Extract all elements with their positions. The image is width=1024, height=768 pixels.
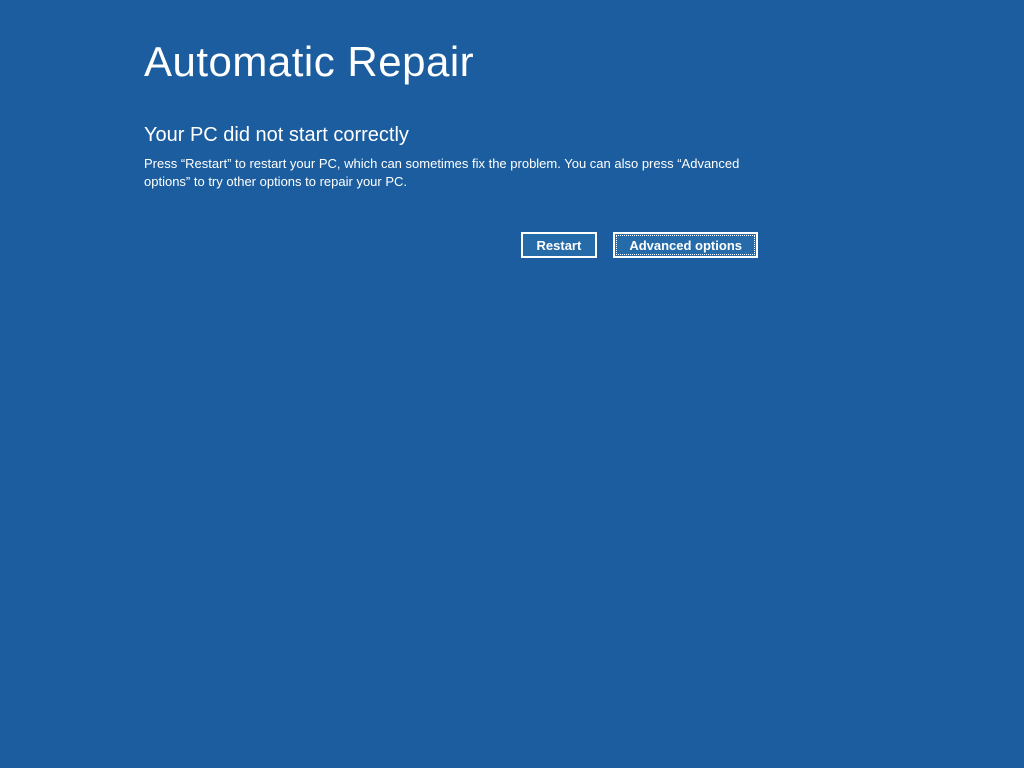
restart-button[interactable]: Restart [521,232,598,258]
advanced-options-button[interactable]: Advanced options [613,232,758,258]
page-title: Automatic Repair [144,38,760,86]
recovery-screen: Automatic Repair Your PC did not start c… [0,0,760,258]
button-row: Restart Advanced options [144,232,758,258]
subtitle: Your PC did not start correctly [144,124,760,147]
description-text: Press “Restart” to restart your PC, whic… [144,155,754,190]
